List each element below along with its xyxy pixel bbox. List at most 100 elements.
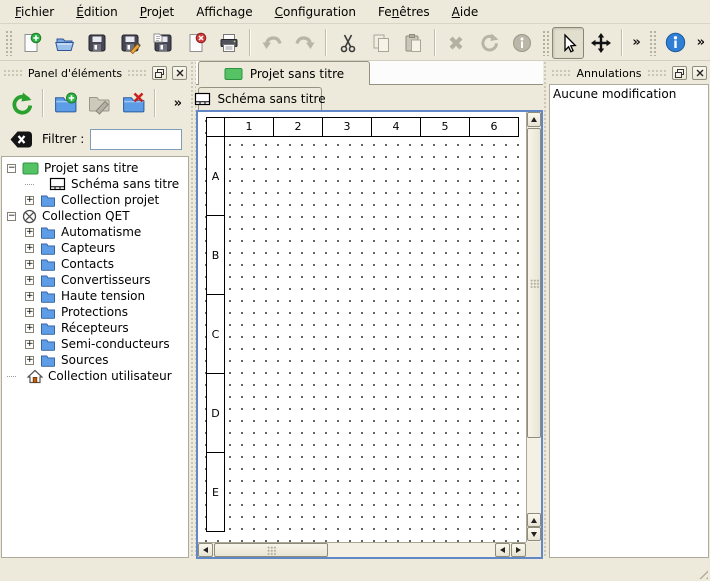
close-panel-button[interactable] xyxy=(172,66,187,80)
tree-expander[interactable]: + xyxy=(25,340,34,349)
scrollbar-corner xyxy=(526,542,541,557)
resize-grip[interactable] xyxy=(695,566,708,579)
panel-overflow-chevron[interactable]: » xyxy=(169,96,190,111)
float-panel-button[interactable] xyxy=(672,66,687,80)
tree-item-collection-projet[interactable]: + Collection projet xyxy=(2,192,188,208)
tree-item-schema[interactable]: Schéma sans titre xyxy=(2,176,188,192)
new-category-button[interactable] xyxy=(48,86,82,120)
tree-item-sources[interactable]: + Sources xyxy=(2,352,188,368)
schema-canvas[interactable]: 1 2 3 4 5 6 A B C D E xyxy=(198,112,526,542)
filter-input[interactable] xyxy=(90,129,182,150)
tree-item-convertisseurs[interactable]: + Convertisseurs xyxy=(2,272,188,288)
save-as-button[interactable] xyxy=(114,27,147,59)
print-button[interactable] xyxy=(212,27,245,59)
tree-item-semi-conducteurs[interactable]: + Semi-conducteurs xyxy=(2,336,188,352)
tree-item-protections[interactable]: + Protections xyxy=(2,304,188,320)
tree-expander[interactable]: + xyxy=(25,308,34,317)
redo-button[interactable] xyxy=(288,27,321,59)
tab-projet-sans-titre[interactable]: Projet sans titre xyxy=(198,61,370,85)
tree-item-contacts[interactable]: + Contacts xyxy=(2,256,188,272)
horizontal-scroll-thumb[interactable] xyxy=(214,543,328,557)
tree-item-projet[interactable]: − Projet sans titre xyxy=(2,160,188,176)
elements-tree: − Projet sans titre Schéma sans titre + … xyxy=(1,156,189,558)
redo-icon xyxy=(294,32,316,54)
close-document-icon xyxy=(185,32,207,54)
tree-expander[interactable]: + xyxy=(25,276,34,285)
menu-projet[interactable]: Projet xyxy=(129,1,185,23)
row-header-column: A B C D E xyxy=(206,136,225,532)
undo-empty-item[interactable]: Aucune modification xyxy=(553,87,705,101)
print-icon xyxy=(218,32,240,54)
info-button[interactable] xyxy=(506,27,539,59)
cut-button[interactable] xyxy=(331,27,364,59)
menu-fenetres[interactable]: Fenêtres xyxy=(367,1,441,23)
paste-button[interactable] xyxy=(397,27,430,59)
scroll-up-button[interactable] xyxy=(527,112,541,127)
reload-collections-button[interactable] xyxy=(4,86,38,120)
toolbar-overflow-chevron[interactable]: » xyxy=(692,35,710,50)
vertical-scrollbar[interactable] xyxy=(526,112,541,542)
scroll-right-button[interactable] xyxy=(511,543,526,557)
delete-button[interactable] xyxy=(440,27,473,59)
move-tool-button[interactable] xyxy=(584,27,617,59)
horizontal-scrollbar[interactable] xyxy=(198,542,526,557)
tree-expander[interactable]: + xyxy=(25,260,34,269)
tree-item-collection-qet[interactable]: − Collection QET xyxy=(2,208,188,224)
tree-expander[interactable]: + xyxy=(25,356,34,365)
close-panel-button[interactable] xyxy=(692,66,707,80)
tree-expander[interactable]: + xyxy=(25,324,34,333)
menu-configuration[interactable]: Configuration xyxy=(264,1,367,23)
titlebar-texture xyxy=(551,69,571,77)
save-button[interactable] xyxy=(81,27,114,59)
delete-category-button[interactable] xyxy=(116,86,150,120)
close-icon xyxy=(696,69,704,77)
vertical-scroll-thumb[interactable] xyxy=(527,128,541,438)
rotate-button[interactable] xyxy=(473,27,506,59)
toolbar-drag-handle[interactable] xyxy=(5,30,12,56)
select-tool-button[interactable] xyxy=(552,27,585,59)
tree-expander[interactable]: + xyxy=(25,196,34,205)
elements-panel: Panel d'éléments » Filtrer : − xyxy=(0,61,190,558)
edit-category-button[interactable] xyxy=(82,86,116,120)
left-arrow-icon xyxy=(203,547,208,553)
toolbar-drag-handle[interactable] xyxy=(649,30,656,56)
scroll-up-button-2[interactable] xyxy=(527,513,541,527)
tree-expander[interactable]: + xyxy=(25,228,34,237)
tree-expander[interactable]: − xyxy=(7,212,16,221)
float-panel-button[interactable] xyxy=(152,66,167,80)
folder-icon xyxy=(40,338,56,351)
titlebar-texture xyxy=(647,69,667,77)
tree-expander[interactable]: − xyxy=(7,164,16,173)
scroll-left-button[interactable] xyxy=(198,543,213,557)
main-toolbar: » » xyxy=(0,25,710,61)
menu-affichage[interactable]: Affichage xyxy=(185,1,263,23)
tree-item-recepteurs[interactable]: + Récepteurs xyxy=(2,320,188,336)
scroll-left-button-2[interactable] xyxy=(495,543,510,557)
tab-schema-sans-titre[interactable]: Schéma sans titre xyxy=(198,87,322,110)
tree-item-automatisme[interactable]: + Automatisme xyxy=(2,224,188,240)
tree-item-collection-utilisateur[interactable]: Collection utilisateur xyxy=(2,368,188,384)
menu-bar: Fichier Édition Projet Affichage Configu… xyxy=(0,0,710,24)
folder-icon xyxy=(40,274,56,287)
toolbar-drag-handle[interactable] xyxy=(542,30,549,56)
undo-button[interactable] xyxy=(255,27,288,59)
copy-button[interactable] xyxy=(364,27,397,59)
menu-aide[interactable]: Aide xyxy=(441,1,490,23)
tree-expander[interactable]: + xyxy=(25,244,34,253)
open-document-button[interactable] xyxy=(48,27,81,59)
tree-item-haute-tension[interactable]: + Haute tension xyxy=(2,288,188,304)
about-info-button[interactable] xyxy=(659,27,692,59)
new-document-button[interactable] xyxy=(15,27,48,59)
close-document-button[interactable] xyxy=(180,27,213,59)
menu-edition[interactable]: Édition xyxy=(65,1,129,23)
menu-fichier[interactable]: Fichier xyxy=(4,1,65,23)
tree-item-capteurs[interactable]: + Capteurs xyxy=(2,240,188,256)
toolbar-overflow-chevron[interactable]: » xyxy=(627,35,645,50)
tree-expander[interactable]: + xyxy=(25,292,34,301)
up-arrow-icon xyxy=(531,117,537,122)
clear-filter-button[interactable] xyxy=(6,127,36,151)
save-all-button[interactable] xyxy=(147,27,180,59)
right-arrow-icon xyxy=(516,547,521,553)
scroll-down-button[interactable] xyxy=(527,527,541,541)
rotate-icon xyxy=(478,32,500,54)
